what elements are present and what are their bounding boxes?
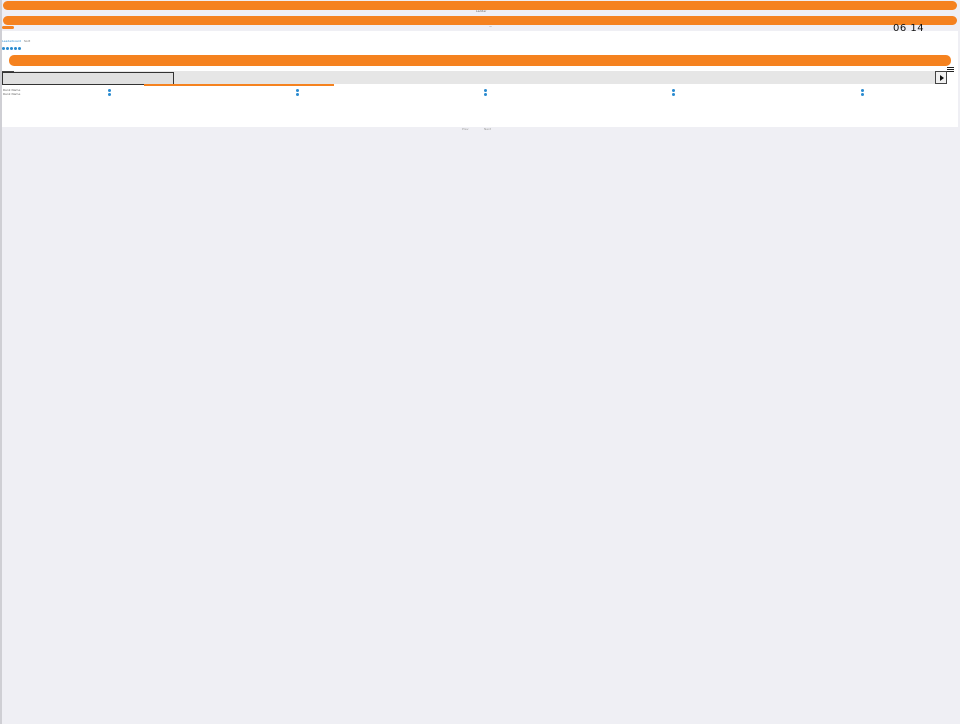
next-link[interactable]: Next xyxy=(484,127,491,131)
column-marker-icon[interactable] xyxy=(672,89,675,97)
primary-action-bar[interactable] xyxy=(9,55,951,66)
header-title: Ladder xyxy=(476,9,487,13)
active-column-indicator xyxy=(144,84,334,86)
column-marker-icon[interactable] xyxy=(861,89,864,97)
secondary-banner-bar[interactable] xyxy=(3,16,957,25)
prev-link[interactable]: Prev xyxy=(462,127,469,131)
header-subtitle: ー xyxy=(489,25,493,29)
rating-dot-icon xyxy=(6,47,9,50)
row-label: Rank Name xyxy=(3,92,21,96)
rating-dot-icon xyxy=(14,47,17,50)
rating-dot-icon xyxy=(18,47,21,50)
rating-dot-icon xyxy=(2,47,5,50)
rating-dot-icon xyxy=(10,47,13,50)
column-marker-icon[interactable] xyxy=(296,89,299,97)
column-marker-icon[interactable] xyxy=(108,89,111,97)
sort-label[interactable]: Sort xyxy=(24,40,30,43)
section-tab[interactable] xyxy=(2,26,14,29)
scroll-right-icon[interactable] xyxy=(935,71,947,84)
leaderboard-link[interactable]: Leaderboard xyxy=(2,40,21,43)
column-marker-icon[interactable] xyxy=(484,89,487,97)
menu-icon[interactable] xyxy=(947,67,954,72)
rating-dots xyxy=(2,35,22,54)
